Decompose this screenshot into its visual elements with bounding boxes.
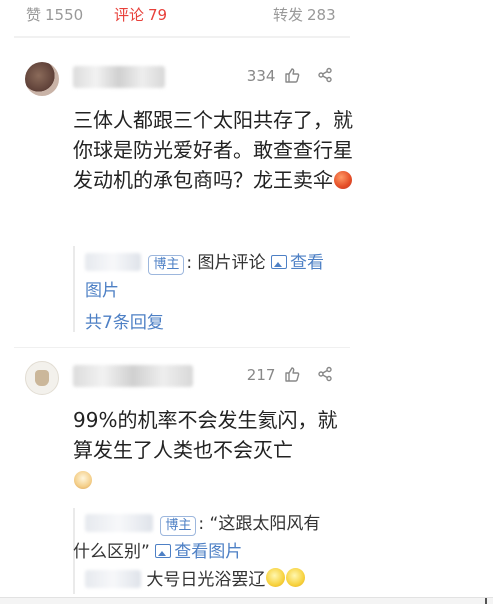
comment-actions: 217 — [247, 366, 333, 384]
reply-username-blurred[interactable] — [85, 253, 141, 271]
tab-comments[interactable]: 评论 79 — [114, 4, 167, 25]
tab-reposts[interactable]: 转发 283 — [273, 4, 336, 25]
reply-username-blurred[interactable] — [85, 570, 141, 588]
comment-text-content: 三体人都跟三个太阳共存了，就你球是防光爱好者。敢查查行星发动机的承包商吗？龙王卖… — [73, 108, 353, 192]
like-count: 217 — [246, 366, 276, 384]
username-blurred[interactable] — [73, 365, 193, 387]
comment-text-content: 99%的机率不会发生氦闪，就算发生了人类也不会灭亡 — [73, 408, 338, 462]
share-icon[interactable] — [317, 366, 333, 382]
avatar[interactable] — [25, 361, 59, 395]
blogger-reply[interactable]: 博主: 图片评论 查看 — [85, 250, 324, 276]
reply-row-2: 什么区别” 查看图片 — [73, 539, 242, 565]
second-reply-text: 大号日光浴罢辽 — [146, 570, 266, 590]
image-icon — [155, 544, 172, 558]
reply-text: : 图片评论 — [186, 253, 266, 273]
thumbs-up-icon[interactable] — [284, 67, 300, 83]
view-image-link[interactable]: 查看图片 — [155, 542, 242, 562]
share-icon[interactable] — [317, 67, 333, 83]
comment-text: 三体人都跟三个太阳共存了，就你球是防光爱好者。敢查查行星发动机的承包商吗？龙王卖… — [73, 105, 353, 195]
reply-row-2: 图片 — [85, 278, 119, 304]
reply-text-line1: : “这跟太阳风有 — [198, 514, 321, 534]
comment-tabs: 赞 1550 评论 79 转发 283 — [0, 0, 493, 38]
tab-reposts-label: 转发 — [273, 6, 304, 24]
reply-username-blurred[interactable] — [85, 514, 153, 532]
comment-divider — [14, 347, 350, 348]
tab-comments-count: 79 — [148, 6, 168, 24]
blogger-badge: 博主 — [160, 516, 197, 536]
view-image-link[interactable]: 查看 — [270, 253, 324, 273]
reply-text-line2: 什么区别” — [73, 542, 150, 562]
view-image-link-label: 查看图片 — [174, 542, 243, 562]
tab-reposts-count: 283 — [307, 6, 336, 24]
reply-thread-line — [73, 246, 75, 332]
blogger-badge: 博主 — [148, 255, 185, 275]
tab-comments-label: 评论 — [114, 6, 145, 24]
tab-divider — [14, 36, 350, 38]
tab-likes-label: 赞 — [26, 6, 42, 24]
comment-actions: 334 — [247, 67, 333, 85]
smile-emoji-icon — [286, 568, 306, 587]
red-face-emoji-icon — [334, 171, 352, 189]
tab-likes[interactable]: 赞 1550 — [26, 4, 83, 25]
comment-text: 99%的机率不会发生氦闪，就算发生了人类也不会灭亡 — [73, 405, 353, 495]
image-icon — [270, 255, 287, 269]
avatar[interactable] — [25, 62, 59, 96]
thumbs-up-icon[interactable] — [284, 366, 300, 382]
username-blurred[interactable] — [73, 66, 165, 88]
dog-emoji-icon — [74, 471, 92, 489]
tab-likes-count: 1550 — [45, 6, 84, 24]
like-count: 334 — [246, 67, 276, 85]
view-image-link-cont[interactable]: 图片 — [85, 281, 119, 301]
second-reply[interactable]: 大号日光浴罢辽 — [85, 567, 306, 593]
blogger-reply[interactable]: 博主: “这跟太阳风有 — [85, 511, 320, 537]
view-image-link-label: 查看 — [289, 253, 324, 273]
smile-emoji-icon — [266, 568, 286, 587]
more-replies-link[interactable]: 共7条回复 — [85, 308, 164, 333]
scrollbar-track[interactable] — [0, 597, 493, 604]
